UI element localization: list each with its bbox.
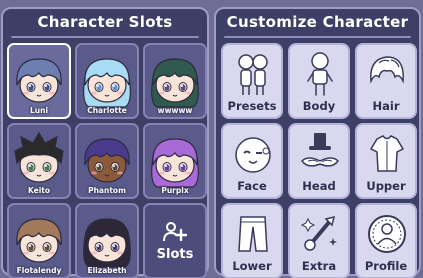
body-label: Body — [302, 99, 336, 113]
slot-grid: Luni Charlotte wwwww Keito Phantom Purpl… — [7, 43, 207, 278]
body-icon — [307, 52, 333, 96]
character-slot-luni[interactable]: Luni — [7, 43, 71, 119]
extra-label: Extra — [301, 259, 337, 273]
face-icon — [235, 137, 271, 173]
lower-button[interactable]: Lower — [221, 203, 283, 278]
lower-icon — [238, 216, 268, 252]
slot-name: Keito — [27, 186, 51, 195]
presets-button[interactable]: Presets — [221, 43, 283, 119]
face-label: Face — [237, 179, 267, 193]
profile-icon — [368, 215, 406, 253]
hair-label: Hair — [372, 99, 400, 113]
extra-icon — [300, 215, 337, 251]
customize-character-title: Customize Character — [226, 13, 409, 31]
head-label: Head — [302, 179, 336, 193]
title-divider — [224, 36, 411, 38]
profile-label: Profile — [364, 259, 408, 273]
add-slots-label: Slots — [156, 246, 194, 262]
customize-character-panel: Customize Character Presets Body Hair Fa… — [214, 7, 421, 278]
customize-grid: Presets Body Hair Face Head Upper Lower … — [221, 43, 417, 278]
face-button[interactable]: Face — [221, 123, 283, 199]
add-person-icon — [163, 221, 187, 241]
slot-name: wwwww — [157, 106, 193, 115]
add-slots-button[interactable]: Slots — [143, 203, 207, 278]
character-customization-screen: Character Slots Luni Charlotte wwwww Kei… — [0, 0, 423, 278]
slot-name: Flotalendy — [16, 266, 62, 275]
character-slots-title: Character Slots — [37, 13, 173, 31]
presets-icon — [238, 54, 268, 95]
character-slot-phantom[interactable]: Phantom — [75, 123, 139, 199]
title-divider — [11, 36, 199, 38]
hair-button[interactable]: Hair — [355, 43, 417, 119]
profile-button[interactable]: Profile — [355, 203, 417, 278]
upper-button[interactable]: Upper — [355, 123, 417, 199]
lower-label: Lower — [232, 259, 272, 273]
character-slot-keito[interactable]: Keito — [7, 123, 71, 199]
character-slot-wwwww[interactable]: wwwww — [143, 43, 207, 119]
presets-label: Presets — [227, 99, 277, 113]
hair-icon — [370, 56, 404, 84]
slot-name: Elizabeth — [87, 266, 127, 275]
character-slot-flotalendy[interactable]: Flotalendy — [7, 203, 71, 278]
upper-label: Upper — [366, 179, 406, 193]
character-slot-purplx[interactable]: Purplx — [143, 123, 207, 199]
slot-name: Purplx — [161, 186, 189, 195]
slot-name: Luni — [29, 106, 49, 115]
head-icon — [301, 133, 339, 167]
slot-name: Phantom — [88, 186, 126, 195]
upper-icon — [369, 135, 405, 172]
character-slot-elizabeth[interactable]: Elizabeth — [75, 203, 139, 278]
slot-name: Charlotte — [87, 106, 127, 115]
character-slots-panel: Character Slots Luni Charlotte wwwww Kei… — [1, 7, 209, 278]
extra-button[interactable]: Extra — [288, 203, 350, 278]
body-button[interactable]: Body — [288, 43, 350, 119]
character-slot-charlotte[interactable]: Charlotte — [75, 43, 139, 119]
head-button[interactable]: Head — [288, 123, 350, 199]
